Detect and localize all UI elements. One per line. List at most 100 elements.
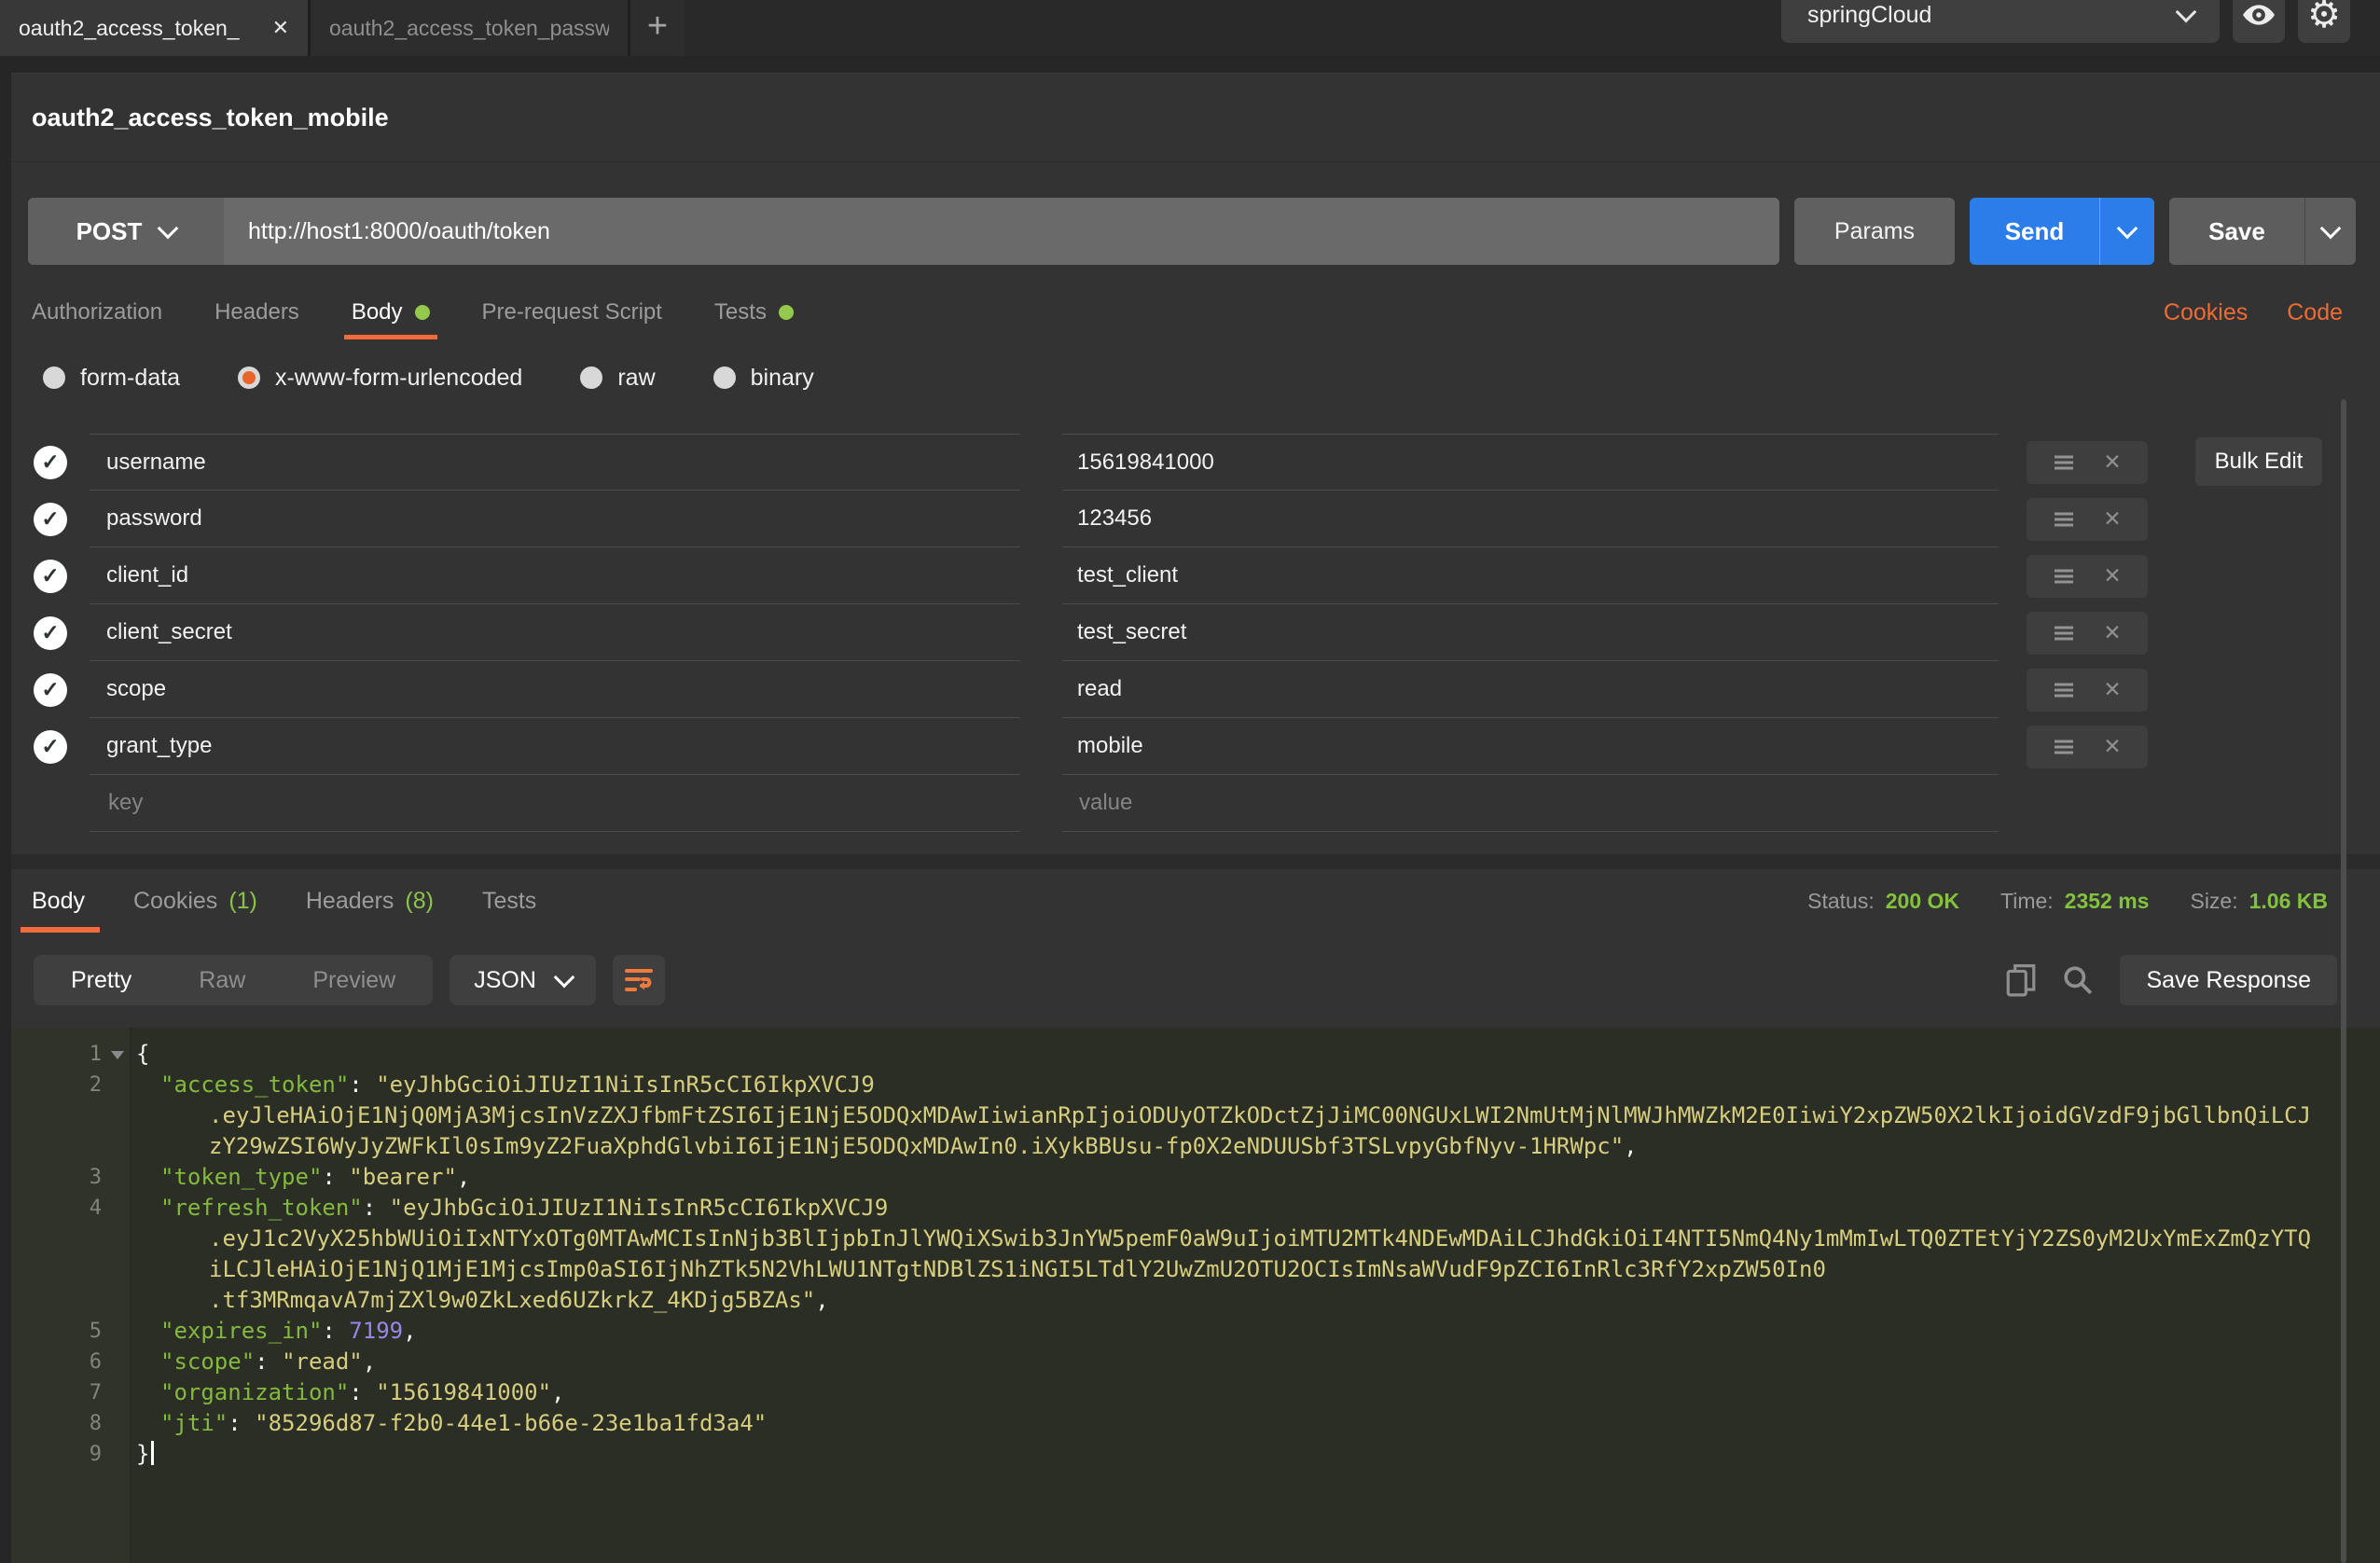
radio-unselected-icon[interactable] xyxy=(43,367,65,389)
request-tab-2-label: oauth2_access_token_passw xyxy=(329,16,609,41)
tab-pre-request-script[interactable]: Pre-request Script xyxy=(482,284,662,341)
response-tab-headers[interactable]: Headers(8) xyxy=(306,869,434,933)
tab-authorization[interactable]: Authorization xyxy=(32,284,162,341)
send-options-button[interactable] xyxy=(2100,198,2154,265)
drag-handle-icon[interactable] xyxy=(2053,625,2075,642)
url-input[interactable] xyxy=(224,198,1779,265)
radio-selected-icon[interactable] xyxy=(238,367,260,389)
wrap-text-button[interactable] xyxy=(613,955,665,1005)
radio-unselected-icon[interactable] xyxy=(580,367,602,389)
drag-handle-icon[interactable] xyxy=(2053,568,2075,585)
method-select[interactable]: POST xyxy=(28,198,224,265)
request-tab-2[interactable]: oauth2_access_token_passw xyxy=(311,0,630,56)
checkbox-checked-icon[interactable]: ✓ xyxy=(34,616,67,650)
param-key-field[interactable]: scope xyxy=(90,661,1020,718)
param-key-field[interactable]: client_secret xyxy=(90,604,1020,661)
add-tab-button[interactable]: + xyxy=(630,0,685,56)
view-mode-pretty[interactable]: Pretty xyxy=(37,967,165,994)
json-code[interactable]: {"access_token": "eyJhbGciOiJIUzI1NiIsIn… xyxy=(131,1039,2380,1470)
view-mode-raw[interactable]: Raw xyxy=(165,967,279,994)
token-s: zY29wZSI6WyJyZWFkIl0sIm9yZ2FuaXphdGlvbiI… xyxy=(209,1133,1624,1159)
drag-handle-icon[interactable] xyxy=(2053,511,2075,528)
delete-row-icon[interactable]: ✕ xyxy=(2103,450,2121,475)
body-mode-raw[interactable]: raw xyxy=(580,365,655,392)
language-select[interactable]: JSON xyxy=(450,955,596,1005)
row-actions: ✕ xyxy=(2027,555,2148,598)
column-gap xyxy=(1020,661,1062,718)
response-tab-tests[interactable]: Tests xyxy=(482,869,536,933)
token-k: "token_type" xyxy=(160,1164,322,1190)
code-line: "organization": "15619841000", xyxy=(131,1377,2380,1408)
param-key-field[interactable]: client_id xyxy=(90,547,1020,604)
bulk-edit-button[interactable]: Bulk Edit xyxy=(2195,437,2322,486)
response-tab-cookies[interactable]: Cookies(1) xyxy=(133,869,257,933)
cookies-link[interactable]: Cookies xyxy=(2164,299,2248,326)
param-value-field[interactable]: mobile xyxy=(1062,718,1999,775)
tab-body[interactable]: Body xyxy=(352,284,430,341)
delete-row-icon[interactable]: ✕ xyxy=(2103,506,2121,532)
token-p: : xyxy=(228,1410,255,1436)
request-tab-1[interactable]: oauth2_access_token_ ✕ xyxy=(0,0,311,56)
environment-select[interactable]: springCloud xyxy=(1781,0,2220,43)
code-line: .eyJ1c2VyX25hbWUiOiIxNTYxOTg0MTAwMCIsInN… xyxy=(131,1224,2380,1254)
save-options-button[interactable] xyxy=(2305,198,2356,265)
token-k: "access_token" xyxy=(160,1072,349,1098)
token-p: , xyxy=(363,1349,376,1375)
drag-handle-icon[interactable] xyxy=(2053,739,2075,755)
params-button[interactable]: Params xyxy=(1794,198,1955,265)
response-tab-label: Headers xyxy=(306,888,394,915)
checkbox-checked-icon[interactable]: ✓ xyxy=(34,446,67,479)
delete-row-icon[interactable]: ✕ xyxy=(2103,620,2121,645)
checkbox-checked-icon[interactable]: ✓ xyxy=(34,503,67,536)
save-button[interactable]: Save xyxy=(2169,198,2305,265)
body-mode-form-data[interactable]: form-data xyxy=(43,365,180,392)
tab-headers[interactable]: Headers xyxy=(214,284,299,341)
view-mode-preview[interactable]: Preview xyxy=(279,967,429,994)
radio-unselected-icon[interactable] xyxy=(713,367,736,389)
text-cursor xyxy=(151,1441,154,1465)
param-key-field[interactable]: grant_type xyxy=(90,718,1020,775)
search-response-button[interactable] xyxy=(2062,964,2094,996)
row-checkbox-cell: ✓ xyxy=(11,491,90,547)
drag-handle-icon[interactable] xyxy=(2053,454,2075,471)
body-mode-x-www-form-urlencoded[interactable]: x-www-form-urlencoded xyxy=(238,365,522,392)
param-value-field[interactable]: test_client xyxy=(1062,547,1999,604)
meta-value: 1.06 KB xyxy=(2249,889,2328,914)
body-mode-binary[interactable]: binary xyxy=(713,365,814,392)
settings-button[interactable]: ⚙ xyxy=(2298,0,2350,43)
new-key-input[interactable] xyxy=(106,789,978,817)
delete-row-icon[interactable]: ✕ xyxy=(2103,734,2121,759)
code-link[interactable]: Code xyxy=(2287,299,2343,326)
tab-label: Tests xyxy=(714,299,767,325)
param-value-field[interactable]: 123456 xyxy=(1062,491,1999,547)
param-value-field[interactable]: read xyxy=(1062,661,1999,718)
token-s: "eyJhbGciOiJIUzI1NiIsInR5cCI6IkpXVCJ9 xyxy=(376,1072,875,1098)
chevron-down-icon xyxy=(158,217,179,239)
checkbox-checked-icon[interactable]: ✓ xyxy=(34,673,67,707)
param-key-field[interactable]: username xyxy=(90,434,1020,491)
row-checkbox-cell: ✓ xyxy=(11,661,90,718)
send-button[interactable]: Send xyxy=(1970,198,2100,265)
line-number: 6 xyxy=(11,1347,130,1377)
scrollbar[interactable] xyxy=(2341,399,2346,1563)
param-key-field[interactable]: password xyxy=(90,491,1020,547)
tab-tests[interactable]: Tests xyxy=(714,284,794,341)
new-value-input[interactable] xyxy=(1077,789,1957,817)
delete-row-icon[interactable]: ✕ xyxy=(2103,677,2121,702)
environment-quick-look-button[interactable] xyxy=(2233,0,2285,43)
close-tab-icon[interactable]: ✕ xyxy=(272,16,289,40)
meta-label: Status: xyxy=(1807,889,1875,914)
param-key-field xyxy=(90,775,1020,832)
fold-caret-icon[interactable] xyxy=(111,1051,124,1059)
param-value-field[interactable]: test_secret xyxy=(1062,604,1999,661)
drag-handle-icon[interactable] xyxy=(2053,682,2075,699)
copy-response-button[interactable] xyxy=(2006,963,2036,997)
save-response-button[interactable]: Save Response xyxy=(2120,955,2337,1005)
token-p: : xyxy=(255,1349,282,1375)
checkbox-checked-icon[interactable]: ✓ xyxy=(34,730,67,764)
column-gap xyxy=(1020,491,1062,547)
checkbox-checked-icon[interactable]: ✓ xyxy=(34,560,67,593)
param-value-field[interactable]: 15619841000 xyxy=(1062,434,1999,491)
response-tab-body[interactable]: Body xyxy=(32,869,85,933)
delete-row-icon[interactable]: ✕ xyxy=(2103,563,2121,588)
